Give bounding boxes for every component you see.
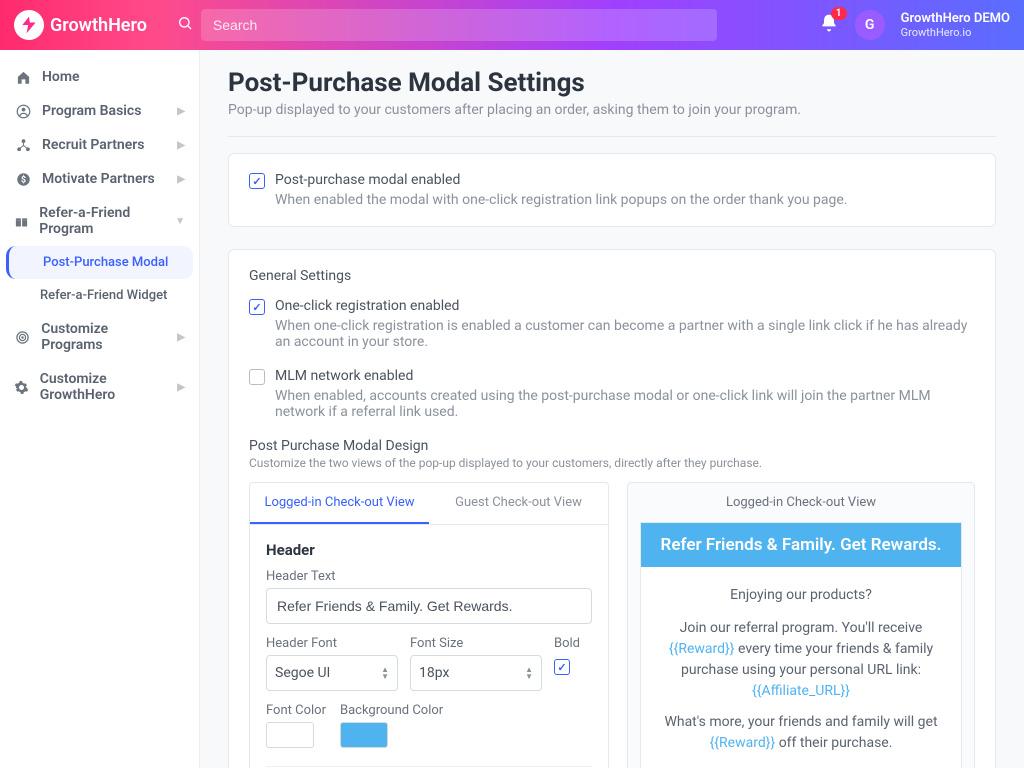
header-font-select[interactable]: Segoe UI ▲▼: [266, 655, 398, 691]
general-settings-card: General Settings One-click registration …: [228, 249, 996, 768]
sidebar-item-home[interactable]: Home: [0, 60, 199, 94]
stepper-icon: ▲▼: [525, 666, 533, 680]
search-input[interactable]: [201, 9, 717, 41]
checkbox-label: One-click registration enabled: [275, 298, 459, 315]
header-section-title: Header: [266, 541, 592, 559]
design-section-title: Post Purchase Modal Design: [249, 438, 975, 454]
search-icon: [177, 15, 193, 35]
dollar-icon: $: [14, 172, 32, 187]
header-text-label: Header Text: [266, 569, 592, 584]
chevron-right-icon: ▶: [177, 174, 185, 185]
sidebar-item-label: Recruit Partners: [42, 137, 145, 153]
sidebar-item-customize-growthhero[interactable]: Customize GrowthHero ▶: [0, 362, 199, 412]
bg-color-label: Background Color: [340, 703, 443, 718]
affiliate-url-variable: {{Affiliate_URL}}: [752, 683, 850, 699]
checkbox-description: When one-click registration is enabled a…: [275, 318, 975, 350]
svg-text:$: $: [20, 174, 25, 185]
network-icon: [14, 138, 32, 153]
home-icon: [14, 70, 32, 85]
sidebar-item-label: Customize GrowthHero: [40, 371, 168, 403]
gift-icon: [14, 214, 29, 229]
chevron-right-icon: ▶: [177, 332, 185, 343]
mlm-checkbox[interactable]: [249, 369, 265, 385]
stepper-icon: ▲▼: [381, 666, 389, 680]
notification-badge: 1: [831, 7, 847, 20]
sidebar-sub-label: Refer-a-Friend Widget: [40, 288, 167, 303]
header-text-input[interactable]: [266, 588, 592, 624]
sidebar-item-refer-a-friend[interactable]: Refer-a-Friend Program ▼: [0, 196, 199, 246]
bg-color-swatch[interactable]: [340, 722, 388, 748]
sidebar-item-label: Refer-a-Friend Program: [39, 205, 165, 237]
design-section-subtitle: Customize the two views of the pop-up di…: [249, 456, 975, 470]
bold-label: Bold: [554, 636, 592, 651]
sidebar-item-motivate-partners[interactable]: $ Motivate Partners ▶: [0, 162, 199, 196]
chevron-down-icon: ▼: [175, 216, 185, 227]
enable-card: Post-purchase modal enabled When enabled…: [228, 153, 996, 227]
preview-title: Logged-in Check-out View: [628, 483, 974, 522]
checkbox-description: When enabled the modal with one-click re…: [275, 192, 975, 208]
gear-icon: [14, 380, 30, 395]
sidebar-sub-refer-widget[interactable]: Refer-a-Friend Widget: [0, 279, 199, 312]
chevron-right-icon: ▶: [177, 140, 185, 151]
checkbox-label: Post-purchase modal enabled: [275, 172, 460, 189]
preview-subhead: Enjoying our products?: [663, 585, 939, 606]
user-menu[interactable]: GrowthHero DEMO GrowthHero.io: [901, 11, 1010, 40]
preview-paragraph-2: What's more, your friends and family wil…: [663, 712, 939, 754]
bold-checkbox[interactable]: [554, 659, 570, 675]
font-color-label: Font Color: [266, 703, 326, 718]
font-color-swatch[interactable]: [266, 722, 314, 748]
sidebar-sub-post-purchase-modal[interactable]: Post-Purchase Modal: [6, 246, 193, 279]
design-editor-panel: Logged-in Check-out View Guest Check-out…: [249, 482, 609, 768]
brand-name: GrowthHero: [50, 15, 147, 36]
notifications-button[interactable]: 1: [819, 13, 839, 37]
section-title: General Settings: [249, 268, 975, 284]
font-size-select[interactable]: 18px ▲▼: [410, 655, 542, 691]
preview-card: Refer Friends & Family. Get Rewards. Enj…: [640, 522, 962, 768]
reward-variable: {{Reward}}: [710, 735, 776, 751]
sidebar-item-label: Customize Programs: [41, 321, 167, 353]
sidebar-item-recruit-partners[interactable]: Recruit Partners ▶: [0, 128, 199, 162]
sidebar-item-label: Motivate Partners: [42, 171, 155, 187]
checkbox-description: When enabled, accounts created using the…: [275, 388, 975, 420]
sidebar-item-label: Program Basics: [42, 103, 141, 119]
preview-paragraph-1: Join our referral program. You'll receiv…: [663, 618, 939, 702]
user-domain: GrowthHero.io: [901, 26, 1010, 39]
logo-icon: [14, 10, 44, 40]
tab-guest[interactable]: Guest Check-out View: [429, 483, 608, 524]
sidebar-item-customize-programs[interactable]: Customize Programs ▶: [0, 312, 199, 362]
checkbox-label: MLM network enabled: [275, 368, 413, 385]
sidebar-sub-label: Post-Purchase Modal: [43, 255, 168, 270]
sidebar-item-program-basics[interactable]: Program Basics ▶: [0, 94, 199, 128]
chevron-right-icon: ▶: [177, 106, 185, 117]
reward-variable: {{Reward}}: [669, 641, 735, 657]
page-title: Post-Purchase Modal Settings: [228, 68, 996, 98]
chevron-right-icon: ▶: [177, 382, 185, 393]
brand-logo[interactable]: GrowthHero: [14, 10, 147, 40]
post-purchase-enabled-checkbox[interactable]: [249, 173, 265, 189]
sidebar-item-label: Home: [42, 69, 80, 85]
target-icon: [14, 330, 31, 345]
preview-panel: Logged-in Check-out View Refer Friends &…: [627, 482, 975, 768]
sidebar: Home Program Basics ▶ Recruit Partners ▶…: [0, 50, 200, 768]
user-name: GrowthHero DEMO: [901, 11, 1010, 27]
tab-logged-in[interactable]: Logged-in Check-out View: [250, 483, 429, 524]
font-size-label: Font Size: [410, 636, 542, 651]
header-font-label: Header Font: [266, 636, 398, 651]
page-subtitle: Pop-up displayed to your customers after…: [228, 102, 996, 118]
oneclick-checkbox[interactable]: [249, 299, 265, 315]
avatar[interactable]: G: [855, 10, 885, 40]
user-circle-icon: [14, 104, 32, 119]
preview-header: Refer Friends & Family. Get Rewards.: [641, 523, 961, 567]
